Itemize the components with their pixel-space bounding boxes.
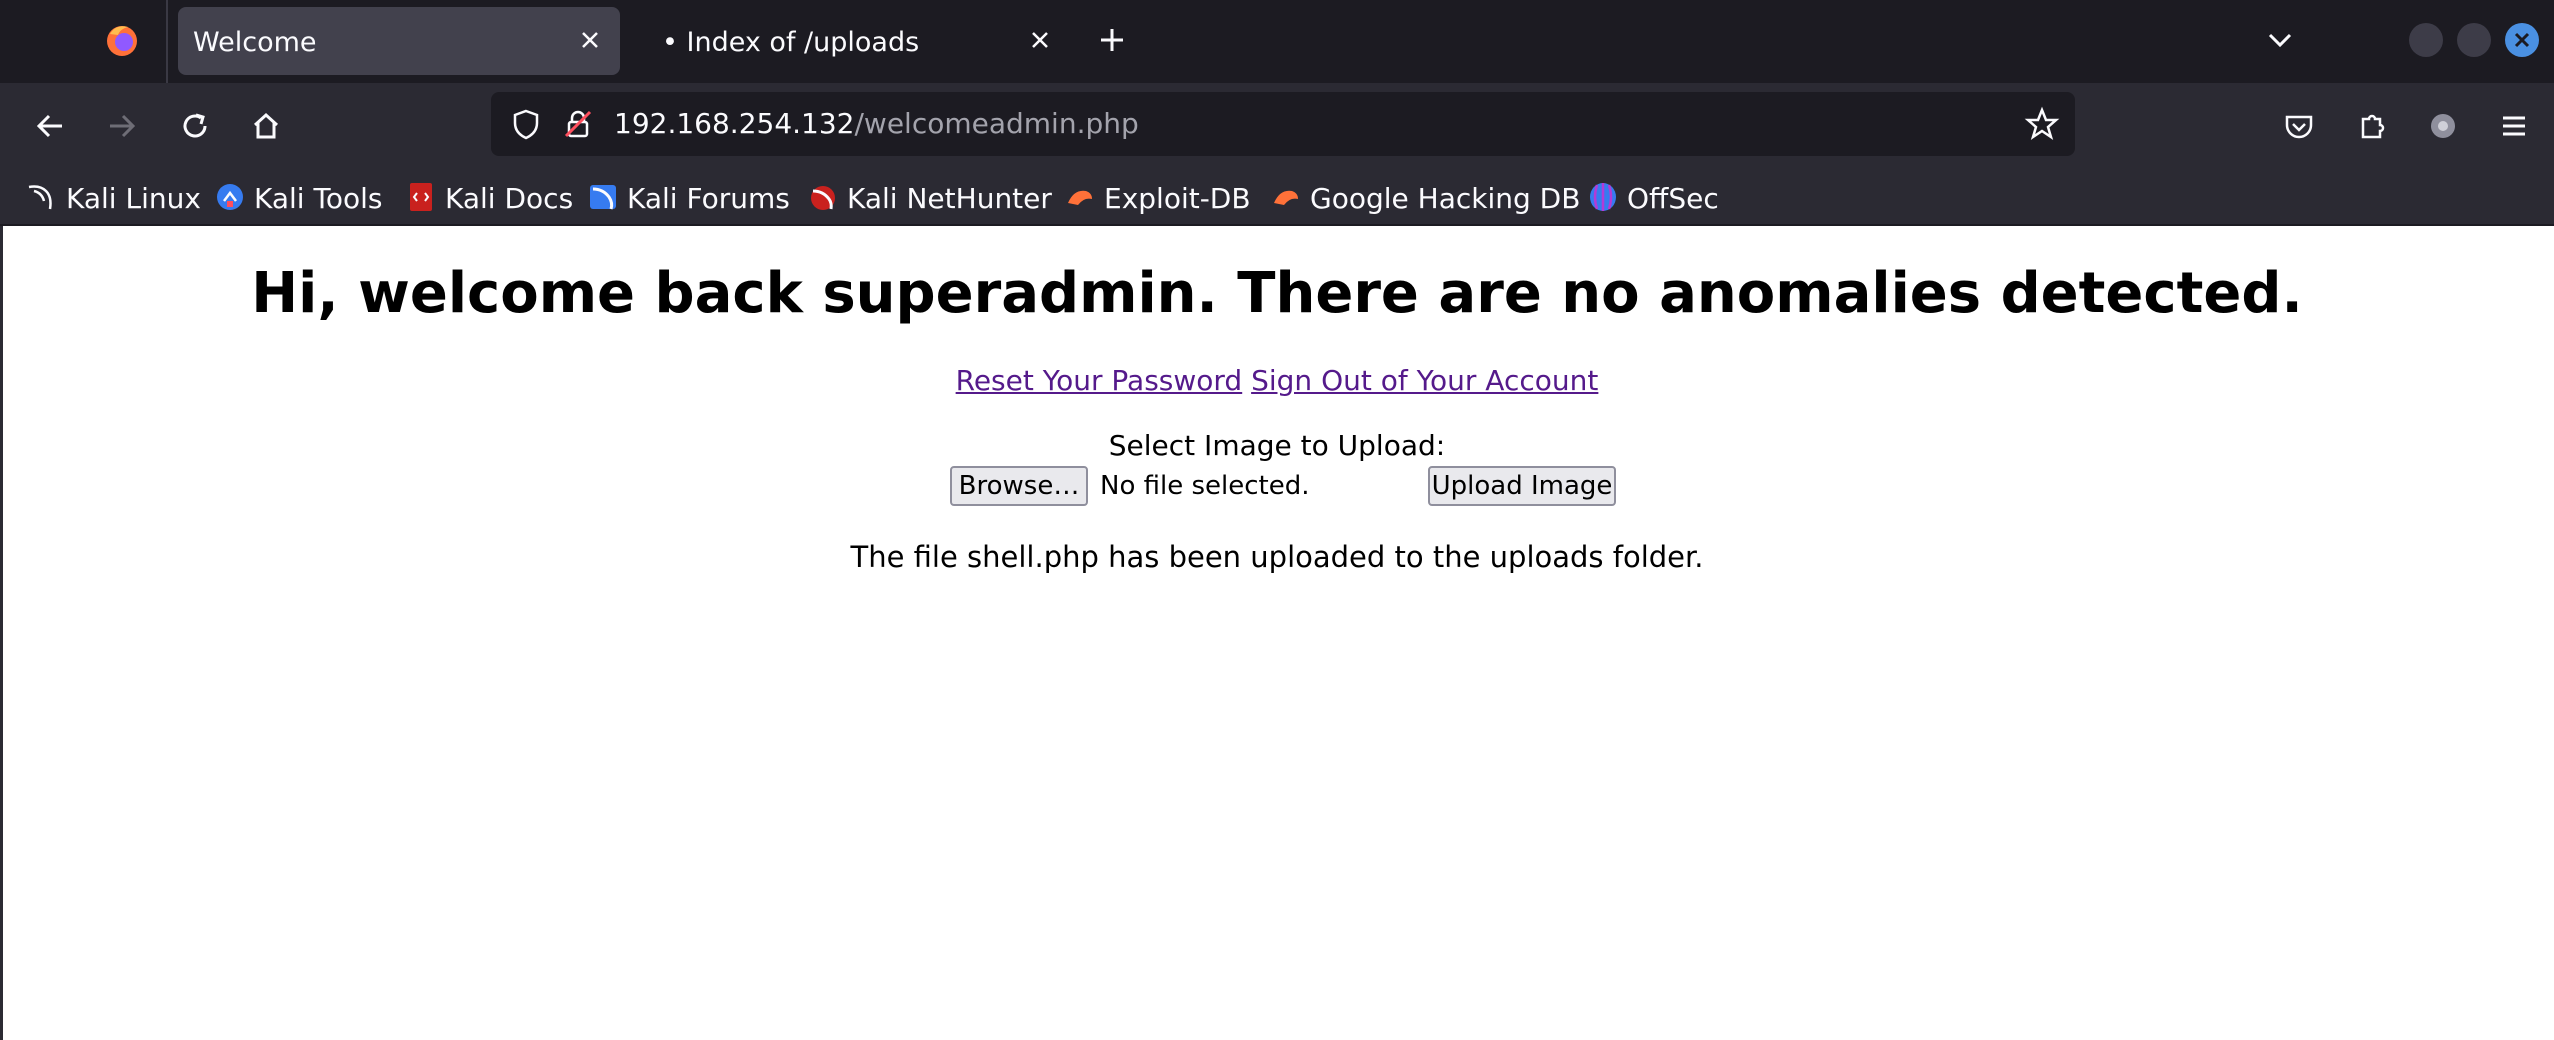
close-tab-icon[interactable]	[572, 22, 608, 58]
insecure-lock-icon[interactable]	[559, 105, 597, 143]
close-window-button[interactable]	[2505, 23, 2539, 57]
bookmark-label: Kali Linux	[66, 182, 201, 215]
bookmark-label: Kali NetHunter	[847, 182, 1052, 215]
extensions-icon[interactable]	[2349, 103, 2395, 149]
tab-separator	[166, 0, 168, 83]
reload-icon[interactable]	[172, 103, 218, 149]
kali-nethunter-icon	[811, 186, 835, 210]
upload-image-button[interactable]: Upload Image	[1428, 466, 1616, 506]
minimize-window-button[interactable]	[2409, 23, 2443, 57]
navigation-toolbar: 192.168.254.132/welcomeadmin.php	[0, 83, 2554, 169]
upload-result-message: The file shell.php has been uploaded to …	[850, 540, 1704, 574]
kali-dragon-icon	[28, 185, 52, 210]
chevron-down-icon[interactable]	[2260, 20, 2300, 60]
hamburger-menu-icon[interactable]	[2491, 103, 2537, 149]
bookmark-label: Kali Forums	[627, 182, 790, 215]
url-path: /welcomeadmin.php	[854, 107, 1139, 140]
tab-welcome[interactable]: Welcome	[178, 7, 620, 75]
close-tab-icon[interactable]	[1022, 22, 1058, 58]
file-status-text: No file selected.	[1100, 471, 1310, 501]
window-left-border	[0, 226, 3, 1040]
sign-out-link[interactable]: Sign Out of Your Account	[1251, 364, 1598, 397]
kali-docs-icon	[410, 183, 432, 211]
url-bar[interactable]: 192.168.254.132/welcomeadmin.php	[491, 92, 2075, 156]
url-host: 192.168.254.132	[614, 107, 855, 140]
browse-button[interactable]: Browse…	[950, 466, 1088, 506]
bookmark-label: Google Hacking DB	[1310, 182, 1581, 215]
tab-index-of-uploads[interactable]: • Index of /uploads	[640, 7, 1070, 75]
upload-label: Select Image to Upload:	[1108, 429, 1446, 462]
exploit-db-icon	[1068, 190, 1092, 205]
bookmark-star-icon[interactable]	[2023, 105, 2061, 143]
firefox-icon[interactable]	[102, 20, 142, 60]
offsec-icon	[1590, 183, 1616, 211]
home-icon[interactable]	[243, 103, 289, 149]
tab-title-text: Index of /uploads	[686, 27, 920, 58]
shield-icon[interactable]	[507, 105, 545, 143]
page-heading: Hi, welcome back superadmin. There are n…	[251, 261, 2303, 326]
bookmark-label: Kali Tools	[254, 182, 383, 215]
back-arrow-icon[interactable]	[27, 103, 73, 149]
tab-strip: Welcome • Index of /uploads	[0, 0, 2554, 83]
ghdb-icon	[1274, 190, 1298, 205]
kali-forums-icon	[590, 185, 616, 210]
bookmark-label: Exploit-DB	[1104, 182, 1251, 215]
bookmarks-toolbar: Kali Linux Kali Tools Kali Docs Kali For…	[0, 169, 2554, 226]
bookmark-label: OffSec	[1627, 182, 1719, 215]
account-icon[interactable]	[2420, 103, 2466, 149]
tab-title: • Index of /uploads	[662, 27, 920, 58]
maximize-window-button[interactable]	[2457, 23, 2491, 57]
tab-title: Welcome	[193, 27, 317, 58]
bookmark-label: Kali Docs	[445, 182, 574, 215]
pocket-icon[interactable]	[2276, 103, 2322, 149]
kali-tools-icon	[217, 184, 243, 210]
close-icon	[2514, 32, 2530, 48]
url-text[interactable]: 192.168.254.132/welcomeadmin.php	[614, 107, 1139, 140]
page-content: Hi, welcome back superadmin. There are n…	[0, 226, 2554, 1040]
account-links: Reset Your Password Sign Out of Your Acc…	[0, 364, 2554, 397]
reset-password-link[interactable]: Reset Your Password	[956, 364, 1243, 397]
new-tab-icon[interactable]	[1092, 20, 1132, 60]
forward-arrow-icon[interactable]	[99, 103, 145, 149]
